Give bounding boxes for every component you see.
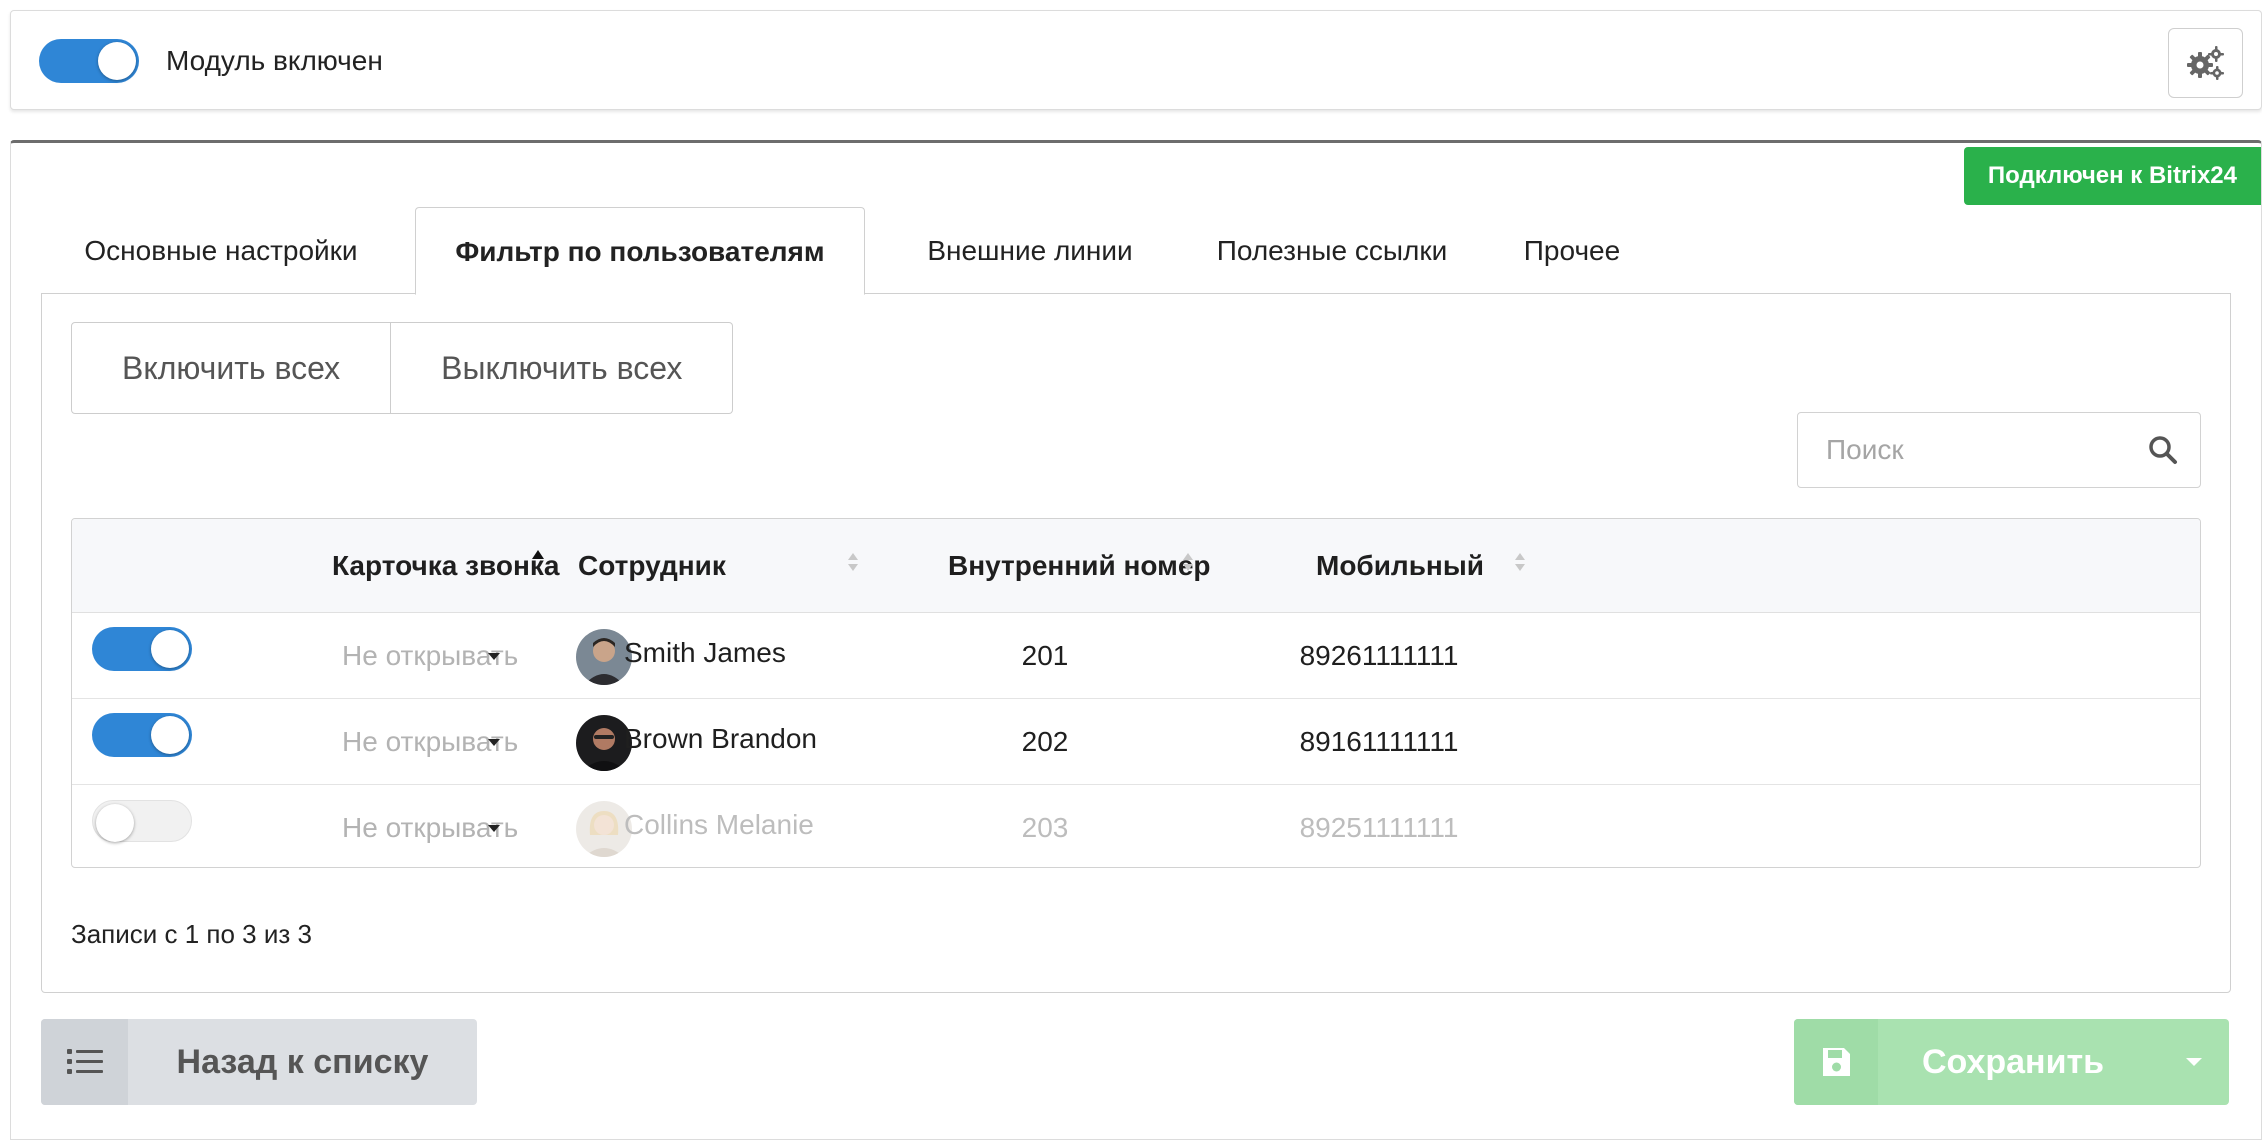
employee-name: Brown Brandon [624,723,818,754]
bulk-actions: Включить всех Выключить всех [71,322,734,414]
back-to-list-button[interactable]: Назад к списку [41,1019,477,1105]
employee-name: Collins Melanie [624,809,814,840]
module-bar: Модуль включен [10,10,2262,110]
save-button[interactable]: Сохранить [1794,1019,2229,1105]
column-internal-number[interactable]: Внутренний номер [948,519,1211,613]
table-row: Не открывать Smith James 201 89261111111 [72,613,2200,699]
table-header: Карточка звонка Сотрудник Внутренний ном… [72,519,2200,613]
save-label: Сохранить [1921,1043,2105,1081]
user-enabled-toggle[interactable] [92,713,192,757]
column-call-card[interactable]: Карточка звонка [332,519,559,613]
toggle-knob [151,630,189,668]
floppy-disk-icon [1823,1048,1850,1076]
internal-number: 201 [1021,640,1069,671]
search-input[interactable] [1798,413,2138,487]
module-enabled-label: Модуль включен [166,45,383,76]
tab-other[interactable]: Прочее [1487,207,1657,295]
toggle-knob [96,804,134,842]
caret-down-icon[interactable] [487,651,501,661]
search-icon[interactable] [2148,435,2178,465]
tab-external-lines[interactable]: Внешние линии [875,207,1185,295]
mobile-number: 89261111111 [1299,640,1459,671]
sort-icon[interactable] [1514,551,1526,573]
disable-all-button[interactable]: Выключить всех [391,322,734,414]
save-options-dropdown[interactable] [2159,1019,2229,1105]
list-icon [66,1049,103,1074]
records-info: Записи с 1 по 3 из 3 [71,919,312,949]
status-badge: Подключен к Bitrix24 [1963,147,2261,205]
users-table: Карточка звонка Сотрудник Внутренний ном… [71,518,2201,868]
gear-icon [2186,46,2224,80]
toggle-knob [151,716,189,754]
user-filter-content: Включить всех Выключить всех Карточка зв… [41,293,2231,993]
caret-down-icon[interactable] [487,737,501,747]
table-row: Не открывать Collins Melanie 203 8925111… [72,785,2200,867]
employee-name: Smith James [624,637,786,668]
internal-number: 202 [1021,726,1069,757]
enable-all-button[interactable]: Включить всех [71,322,392,414]
internal-number: 203 [1021,812,1069,843]
column-mobile[interactable]: Мобильный [1316,519,1484,613]
table-row: Не открывать Brown Brandon 202 891611111… [72,699,2200,785]
search-box [1797,412,2201,488]
mobile-number: 89251111111 [1299,812,1459,843]
sort-asc-icon[interactable] [531,549,545,561]
save-icon-box [1794,1019,1878,1105]
column-employee[interactable]: Сотрудник [578,519,726,613]
tab-user-filter[interactable]: Фильтр по пользователям [415,207,865,295]
tab-main-settings[interactable]: Основные настройки [41,207,401,295]
sort-icon[interactable] [1182,551,1194,573]
settings-button[interactable] [2168,28,2243,98]
caret-down-icon[interactable] [487,823,501,833]
user-enabled-toggle[interactable] [92,627,192,671]
mobile-number: 89161111111 [1299,726,1459,757]
tab-useful-links[interactable]: Полезные ссылки [1177,207,1487,295]
toggle-knob [98,42,136,80]
list-icon-box [41,1019,128,1105]
sort-icon[interactable] [847,551,859,573]
module-enabled-toggle[interactable] [39,39,139,83]
back-to-list-label: Назад к списку [176,1043,429,1081]
caret-down-icon [2186,1058,2202,1066]
main-panel: Подключен к Bitrix24 Основные настройки … [10,140,2262,1140]
user-enabled-toggle[interactable] [92,800,192,842]
